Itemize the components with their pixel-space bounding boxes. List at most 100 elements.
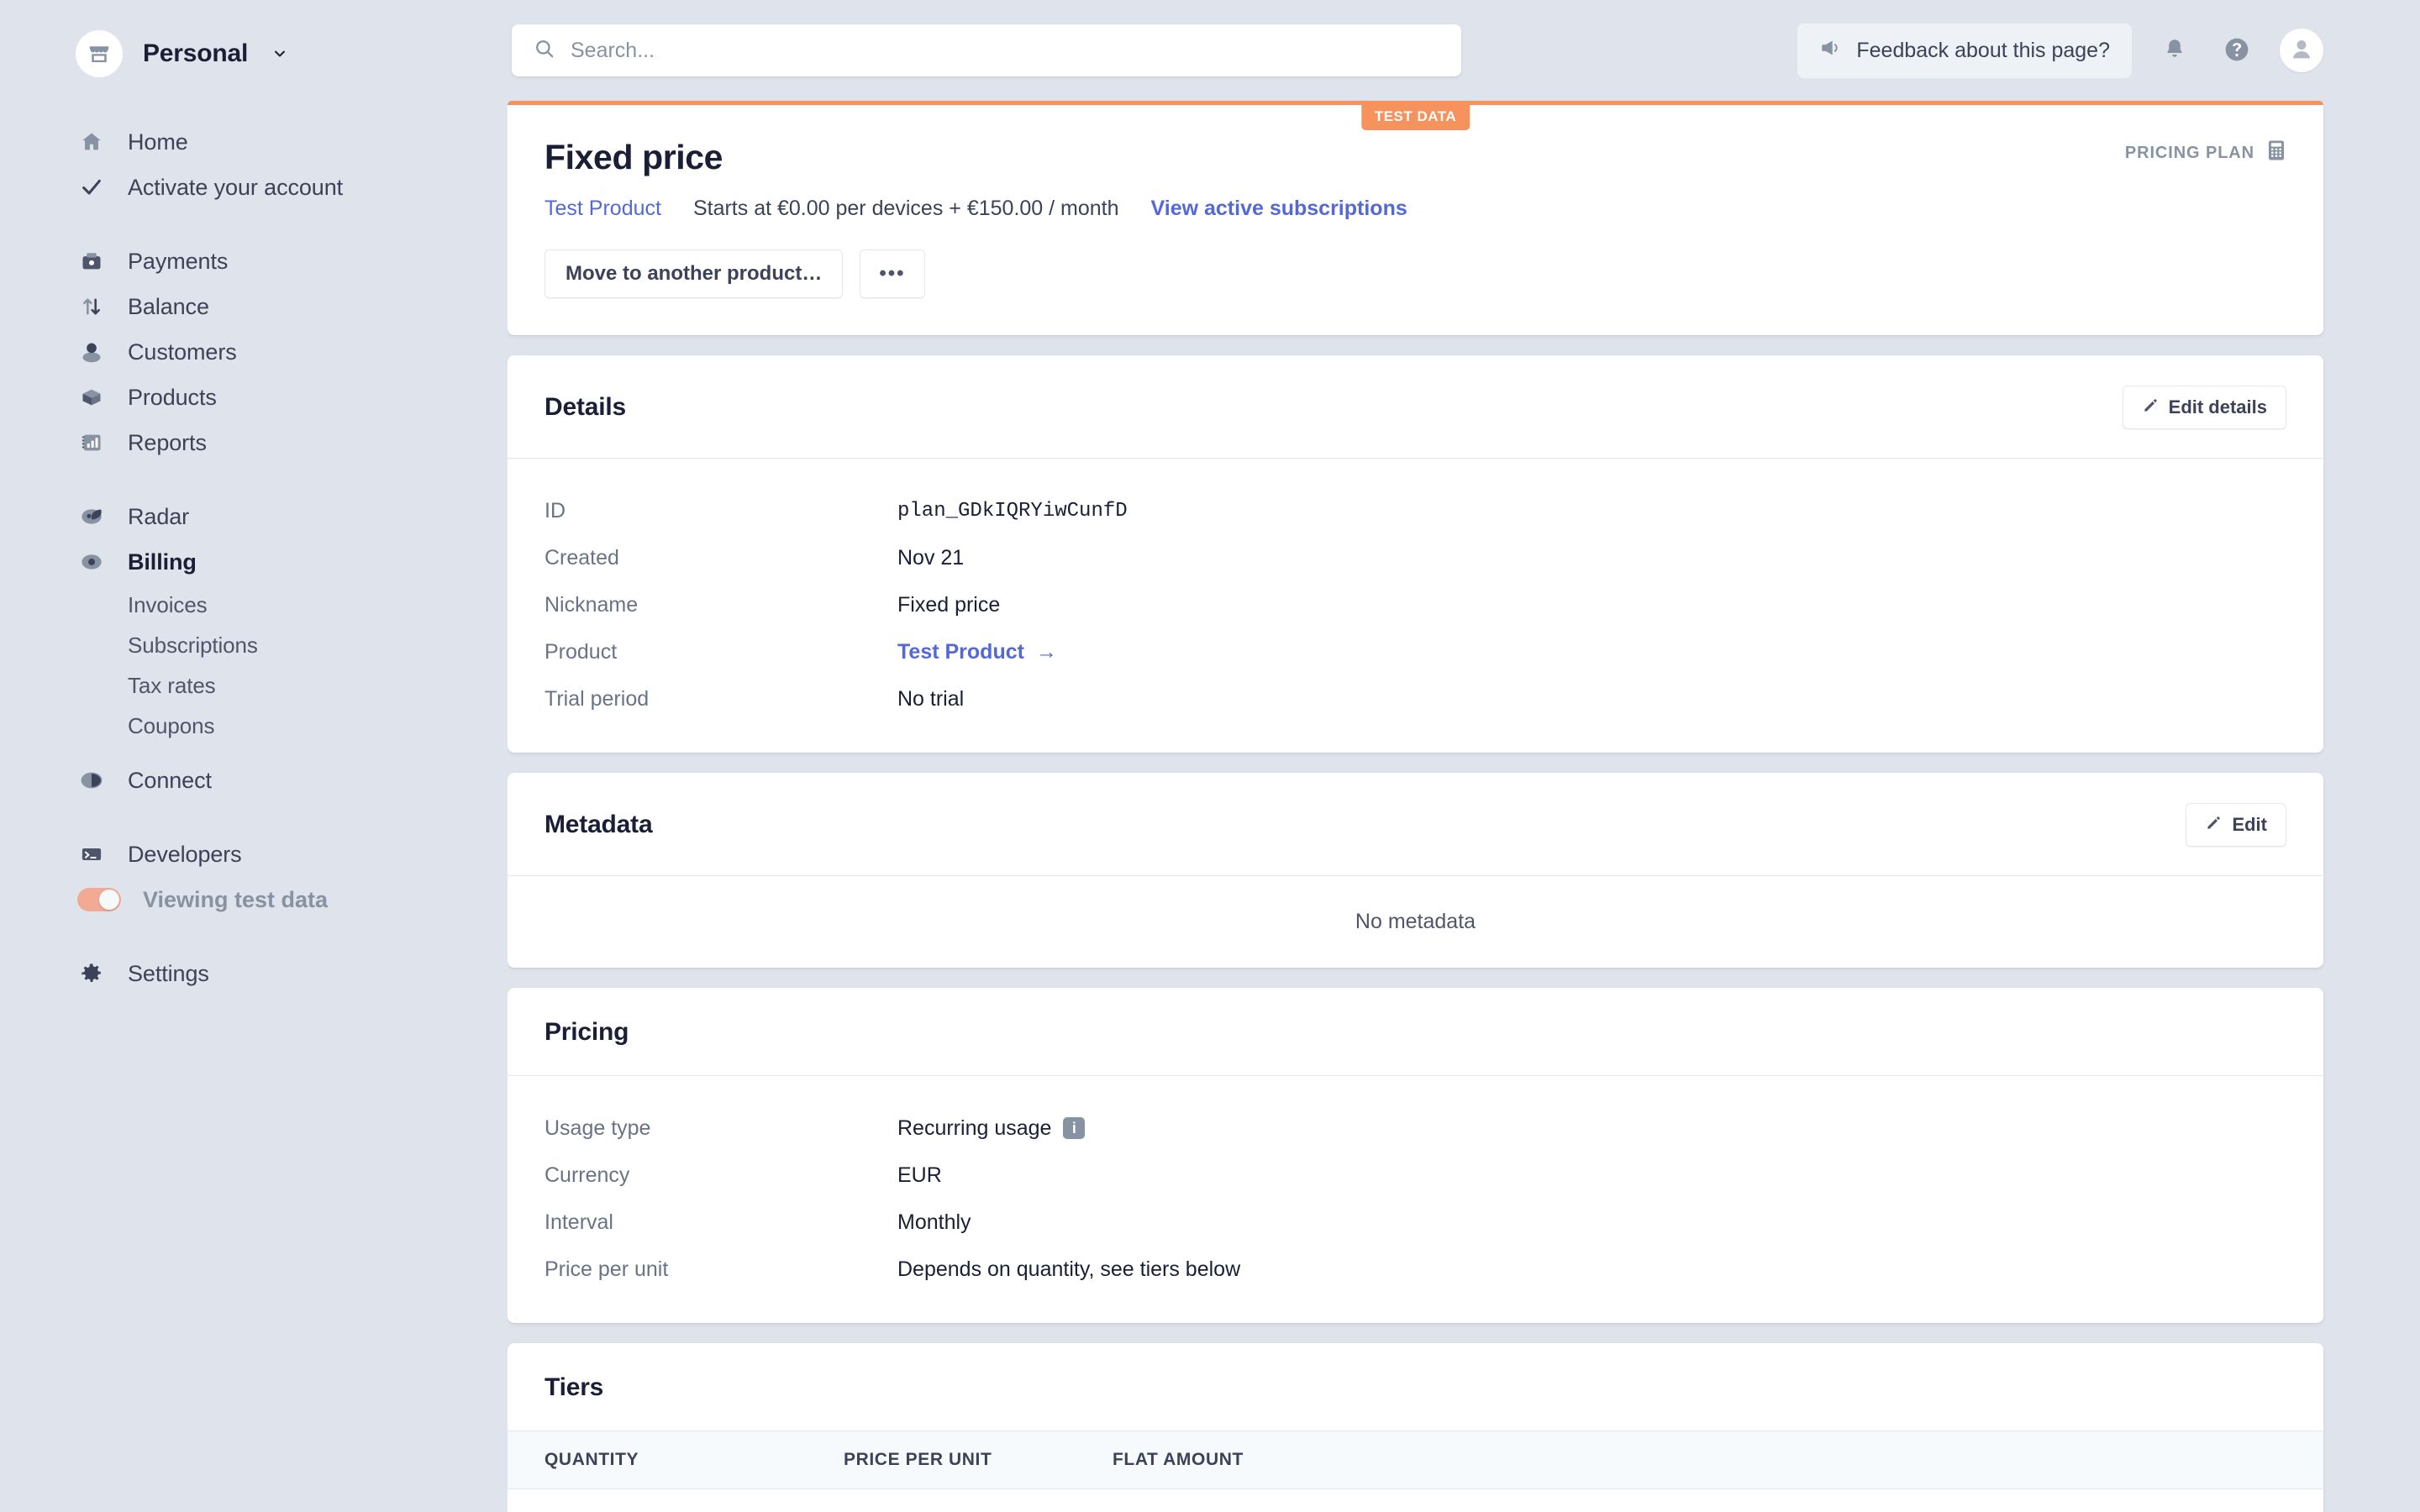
details-card: Details Edit details ID plan_GDkIQRYiwCu…: [508, 355, 2323, 753]
detail-key: Nickname: [544, 593, 897, 617]
sidebar-item-label: Settings: [128, 961, 209, 987]
sidebar-item-label: Tax rates: [128, 673, 216, 699]
details-header: Details Edit details: [508, 355, 2323, 459]
sidebar-item-label: Invoices: [128, 592, 208, 618]
detail-row-product: Product Test Product →: [544, 628, 2286, 675]
sidebar-item-settings[interactable]: Settings: [0, 951, 508, 996]
sidebar-item-balance[interactable]: Balance: [0, 284, 508, 329]
notifications-button[interactable]: [2155, 31, 2194, 70]
search-bar[interactable]: [512, 24, 1461, 76]
product-link[interactable]: Test Product: [544, 197, 661, 221]
sidebar-item-reports[interactable]: Reports: [0, 420, 508, 465]
sidebar-item-connect[interactable]: Connect: [0, 758, 508, 803]
cell-flat-amount: €150.00: [1113, 1489, 2323, 1512]
pricing-header: Pricing: [508, 988, 2323, 1076]
question-circle-icon: [2223, 35, 2251, 66]
megaphone-icon: [1819, 37, 1841, 65]
edit-metadata-button[interactable]: Edit: [2186, 803, 2286, 847]
detail-key: Trial period: [544, 687, 897, 711]
detail-key: ID: [544, 499, 897, 523]
sidebar-item-payments[interactable]: Payments: [0, 239, 508, 284]
sidebar-item-home[interactable]: Home: [0, 119, 508, 165]
detail-row-nickname: Nickname Fixed price: [544, 581, 2286, 628]
more-options-button[interactable]: •••: [860, 249, 924, 298]
sidebar-item-label: Coupons: [128, 713, 214, 739]
product-detail-link[interactable]: Test Product: [897, 640, 1024, 664]
pricing-title: Pricing: [544, 1018, 629, 1047]
avatar[interactable]: [2280, 29, 2323, 72]
sidebar-item-label: Subscriptions: [128, 633, 258, 659]
radar-icon: [77, 502, 106, 531]
sidebar-item-customers[interactable]: Customers: [0, 329, 508, 375]
sidebar-item-label: Activate your account: [128, 175, 343, 201]
search-input[interactable]: [571, 39, 1439, 63]
detail-key: Created: [544, 546, 897, 570]
detail-row-trial-period: Trial period No trial: [544, 675, 2286, 722]
sidebar-item-billing[interactable]: Billing: [0, 539, 508, 585]
storefront-icon: [76, 30, 123, 77]
sidebar-item-radar[interactable]: Radar: [0, 494, 508, 539]
sidebar-item-developers[interactable]: Developers: [0, 832, 508, 877]
plan-actions: Move to another product… •••: [544, 249, 2286, 298]
details-body: ID plan_GDkIQRYiwCunfD Created Nov 21 Ni…: [508, 459, 2323, 753]
pricing-row-price-per-unit: Price per unit Depends on quantity, see …: [544, 1246, 2286, 1293]
move-to-another-product-button[interactable]: Move to another product…: [544, 249, 843, 298]
detail-row-id: ID plan_GDkIQRYiwCunfD: [544, 487, 2286, 534]
arrow-right-icon: →: [1036, 640, 1057, 664]
bell-icon: [2162, 37, 2187, 65]
pricing-row-currency: Currency EUR: [544, 1152, 2286, 1199]
test-data-switch[interactable]: [77, 888, 121, 911]
detail-key: Product: [544, 640, 897, 664]
pricing-card: Pricing Usage type Recurring usage i Cur…: [508, 988, 2323, 1323]
pricing-plan-tag: PRICING PLAN: [2125, 139, 2286, 166]
help-button[interactable]: [2217, 31, 2256, 70]
sidebar-item-label: Connect: [128, 768, 212, 794]
usage-type-text: Recurring usage: [897, 1116, 1051, 1141]
balance-arrows-icon: [77, 292, 106, 321]
cell-price-per-unit: €0.00: [844, 1489, 1113, 1512]
home-icon: [77, 128, 106, 156]
pricing-value-usage-type: Recurring usage i: [897, 1116, 1085, 1141]
viewing-test-data-toggle[interactable]: Viewing test data: [0, 877, 508, 922]
sidebar-item-coupons[interactable]: Coupons: [0, 706, 508, 746]
products-box-icon: [77, 383, 106, 412]
sidebar-item-invoices[interactable]: Invoices: [0, 585, 508, 625]
pricing-body: Usage type Recurring usage i Currency EU…: [508, 1076, 2323, 1323]
sidebar-item-products[interactable]: Products: [0, 375, 508, 420]
sidebar-item-activate-your-account[interactable]: Activate your account: [0, 165, 508, 210]
plan-header-body: Fixed price Test Product Starts at €0.00…: [508, 105, 2323, 335]
edit-details-button[interactable]: Edit details: [2123, 386, 2286, 429]
tiers-header: Tiers: [508, 1343, 2323, 1431]
nav-group-settings: Settings: [0, 951, 508, 996]
nav-group-core: Payments Balance Customers: [0, 239, 508, 465]
sidebar-item-label: Billing: [128, 549, 197, 575]
reports-bar-icon: [77, 428, 106, 457]
sidebar-item-tax-rates[interactable]: Tax rates: [0, 665, 508, 706]
metadata-title: Metadata: [544, 811, 652, 839]
pricing-row-usage-type: Usage type Recurring usage i: [544, 1105, 2286, 1152]
sidebar-item-label: Home: [128, 129, 188, 155]
column-header-price-per-unit: PRICE PER UNIT: [844, 1431, 1113, 1489]
account-switcher[interactable]: Personal: [0, 24, 508, 84]
table-row[interactable]: For the first 1 to 1,000 €0.00 €150.00: [508, 1489, 2323, 1512]
customers-icon: [77, 338, 106, 366]
tiers-table-body: For the first 1 to 1,000 €0.00 €150.00: [508, 1489, 2323, 1512]
detail-value-created: Nov 21: [897, 546, 964, 570]
info-icon[interactable]: i: [1063, 1117, 1085, 1139]
sidebar-item-subscriptions[interactable]: Subscriptions: [0, 625, 508, 665]
detail-value-nickname: Fixed price: [897, 593, 1000, 617]
pricing-key: Price per unit: [544, 1257, 897, 1282]
detail-value-id: plan_GDkIQRYiwCunfD: [897, 500, 1128, 522]
column-header-quantity: QUANTITY: [508, 1431, 844, 1489]
view-active-subscriptions-link[interactable]: View active subscriptions: [1151, 197, 1407, 221]
sidebar-item-label: Products: [128, 385, 217, 411]
connect-icon: [77, 766, 106, 795]
feedback-button[interactable]: Feedback about this page?: [1797, 24, 2132, 78]
account-name: Personal: [143, 39, 248, 68]
tiers-table-head: QUANTITY PRICE PER UNIT FLAT AMOUNT: [508, 1431, 2323, 1489]
pencil-icon: [2142, 397, 2159, 417]
topbar: Feedback about this page?: [508, 0, 2420, 101]
chevron-down-icon: [271, 45, 288, 62]
feedback-label: Feedback about this page?: [1856, 39, 2110, 63]
test-data-badge: TEST DATA: [1361, 105, 1470, 130]
